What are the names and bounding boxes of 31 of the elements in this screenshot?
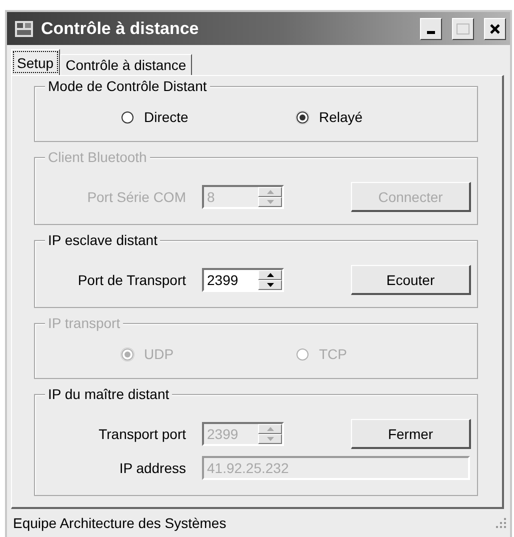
down-arrow-icon[interactable]: [266, 283, 274, 287]
maximize-icon: [456, 22, 470, 34]
field-label: Port Série COM: [86, 189, 186, 205]
group-title: Mode de Contrôle Distant: [45, 78, 210, 94]
group-title: IP esclave distant: [45, 232, 160, 248]
radio-label: UDP: [144, 346, 174, 362]
group-title: Client Bluetooth: [45, 149, 150, 165]
resize-grip-icon[interactable]: [496, 518, 506, 528]
radio-button[interactable]: [121, 110, 134, 124]
minimize-icon: [427, 31, 435, 34]
field-label: Transport port: [98, 426, 186, 442]
minimize-button[interactable]: [420, 18, 442, 40]
radio-label: TCP: [319, 346, 347, 362]
window-title: Contrôle à distance: [41, 18, 200, 38]
spin-box[interactable]: 2399: [202, 268, 284, 292]
radio-label: Directe: [144, 109, 188, 125]
tab[interactable]: Setup: [11, 49, 60, 75]
field-label: Port de Transport: [76, 272, 186, 288]
field-label: IP address: [118, 460, 186, 476]
group-title: IP transport: [45, 315, 124, 331]
radio-button[interactable]: [296, 110, 309, 124]
status-text: Equipe Architecture des Systèmes: [13, 515, 228, 531]
tab[interactable]: Contrôle à distance: [60, 54, 192, 75]
app-icon: [15, 20, 33, 36]
group-title: IP du maître distant: [45, 386, 172, 402]
maximize-button[interactable]: [452, 18, 474, 40]
action-button[interactable]: Ecouter: [351, 265, 471, 295]
radio-label: Relayé: [319, 109, 363, 125]
close-button[interactable]: [484, 18, 506, 40]
up-arrow-icon[interactable]: [266, 273, 274, 277]
close-icon: [490, 24, 500, 34]
